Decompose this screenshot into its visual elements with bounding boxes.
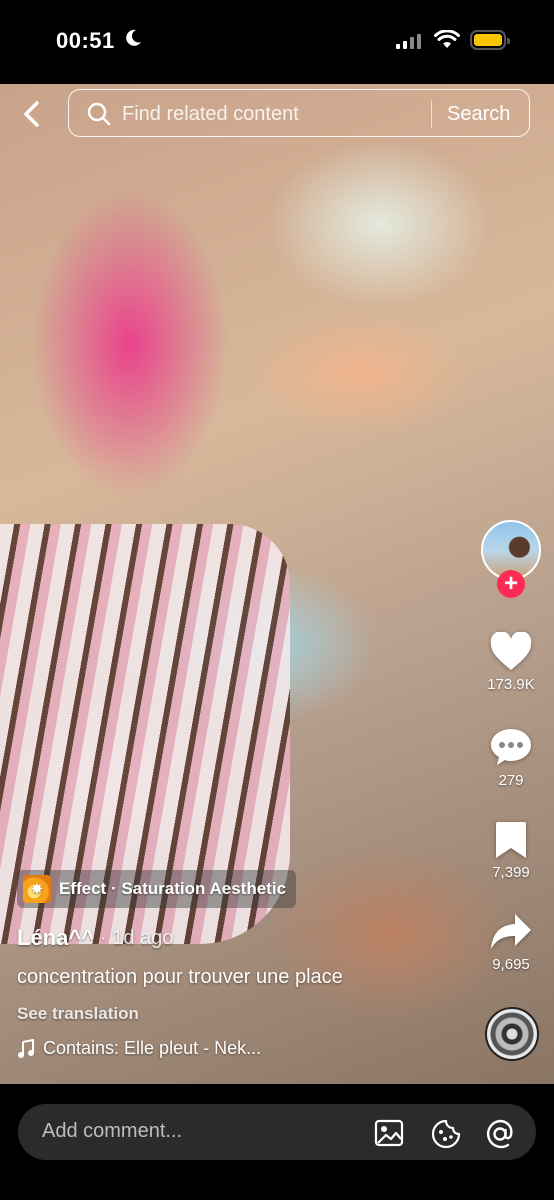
- effect-label: Effect · Saturation Aesthetic: [59, 879, 287, 898]
- wifi-icon: [434, 30, 460, 48]
- creator-username[interactable]: Léna^^: [17, 925, 94, 951]
- save-count: 7,399: [492, 864, 530, 881]
- bookmark-icon: [496, 822, 526, 858]
- comment-placeholder: Add comment...: [42, 1120, 183, 1142]
- moon-icon: [126, 29, 141, 46]
- mention-icon[interactable]: [484, 1118, 516, 1150]
- heart-icon: [490, 632, 532, 670]
- emoji-icon[interactable]: [430, 1118, 462, 1150]
- like-count: 173.9K: [487, 676, 535, 693]
- battery-icon: [470, 30, 510, 50]
- music-disc[interactable]: [485, 1007, 539, 1061]
- music-link[interactable]: Contains: Elle pleut - Nek...: [17, 1038, 261, 1059]
- share-arrow-icon: [491, 914, 531, 949]
- status-time: 00:51: [56, 28, 115, 53]
- back-arrow-icon[interactable]: [20, 100, 44, 128]
- effect-tag[interactable]: ✸ Effect · Saturation Aesthetic: [17, 870, 297, 908]
- comment-button[interactable]: 279: [478, 726, 544, 789]
- see-translation-link[interactable]: See translation: [17, 1004, 139, 1024]
- search-input[interactable]: Find related content: [122, 103, 299, 126]
- signal-icon: [396, 33, 421, 49]
- comment-bubble-icon: [491, 729, 531, 765]
- save-button[interactable]: 7,399: [478, 820, 544, 881]
- like-button[interactable]: 173.9K: [478, 632, 544, 693]
- search-icon: [87, 102, 111, 126]
- share-count: 9,695: [492, 956, 530, 973]
- video-description: concentration pour trouver une place: [17, 966, 343, 988]
- search-button[interactable]: Search: [447, 103, 510, 126]
- image-icon[interactable]: [374, 1118, 404, 1148]
- top-nav: Find related content Search: [0, 88, 554, 140]
- music-note-icon: [18, 1038, 34, 1058]
- status-bar: 00:51: [0, 0, 554, 84]
- comment-count: 279: [498, 772, 524, 789]
- share-button[interactable]: 9,695: [478, 912, 544, 973]
- sparkle-icon: ✸: [23, 875, 51, 903]
- bottom-bar: Add comment...: [0, 1084, 554, 1200]
- follow-button[interactable]: +: [497, 570, 525, 598]
- comment-input[interactable]: Add comment...: [18, 1104, 536, 1160]
- music-title: Contains: Elle pleut - Nek...: [43, 1038, 262, 1058]
- search-divider: [431, 100, 432, 128]
- post-time: · 1d ago: [100, 927, 174, 949]
- search-bar[interactable]: Find related content Search: [68, 89, 530, 137]
